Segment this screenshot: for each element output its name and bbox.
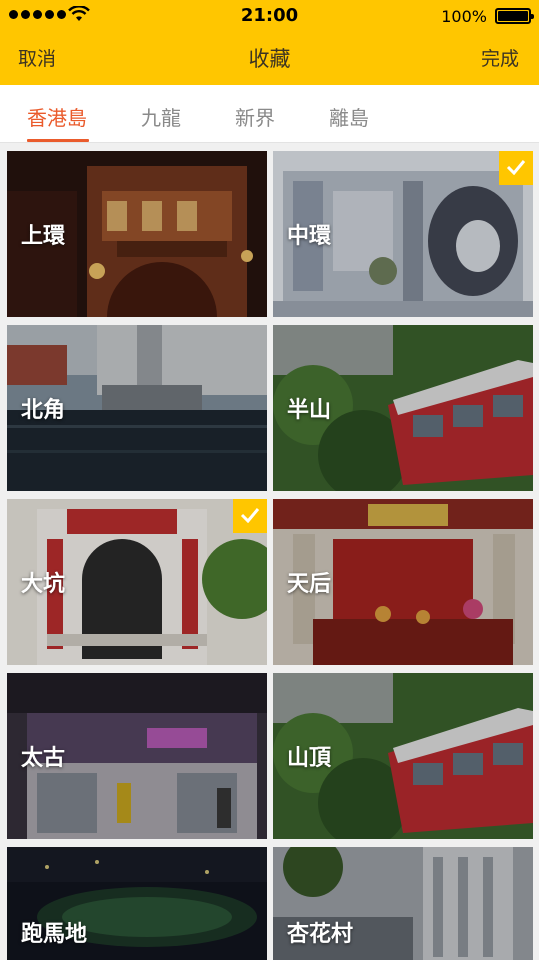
tab-kowloon[interactable]: 九龍: [141, 102, 181, 131]
district-tile[interactable]: 山頂: [273, 673, 533, 839]
district-label: 天后: [287, 572, 332, 597]
district-label: 山頂: [287, 746, 332, 771]
tab-new-territories[interactable]: 新界: [235, 102, 275, 131]
district-tile[interactable]: 天后: [273, 499, 533, 665]
cancel-button[interactable]: 取消: [18, 44, 56, 71]
district-tile[interactable]: 北角: [7, 325, 267, 491]
district-label: 半山: [287, 398, 332, 423]
district-tile[interactable]: 大坑: [7, 499, 267, 665]
district-tile[interactable]: 跑馬地: [7, 847, 267, 960]
status-bar: 21:00 100%: [0, 0, 539, 32]
region-tabs: 香港島 九龍 新界 離島: [0, 85, 539, 143]
district-label: 大坑: [21, 572, 66, 597]
active-tab-indicator: [27, 139, 89, 142]
tab-outlying-islands[interactable]: 離島: [329, 102, 369, 131]
district-tile[interactable]: 太古: [7, 673, 267, 839]
district-label: 杏花村: [287, 922, 354, 947]
selected-check-icon: [499, 151, 533, 185]
battery-icon: [495, 8, 534, 24]
district-label: 北角: [21, 398, 66, 423]
district-label: 中環: [287, 224, 332, 249]
district-label: 上環: [21, 224, 66, 249]
tab-hong-kong-island[interactable]: 香港島: [27, 102, 87, 131]
done-button[interactable]: 完成: [481, 44, 519, 71]
district-label: 太古: [21, 746, 66, 771]
district-tile[interactable]: 杏花村: [273, 847, 533, 960]
district-grid: 上環 中環 北角 半山 大坑 天后 太古 山頂 跑馬地 杏花村: [0, 143, 539, 960]
district-tile[interactable]: 中環: [273, 151, 533, 317]
page-title: 收藏: [248, 47, 291, 71]
selected-check-icon: [233, 499, 267, 533]
navigation-bar: 取消 收藏 完成: [0, 32, 539, 85]
battery-percentage: 100%: [441, 7, 487, 26]
top-bar: 21:00 100% 取消 收藏 完成: [0, 0, 539, 85]
district-label: 跑馬地: [21, 922, 88, 947]
district-tile[interactable]: 上環: [7, 151, 267, 317]
district-tile[interactable]: 半山: [273, 325, 533, 491]
